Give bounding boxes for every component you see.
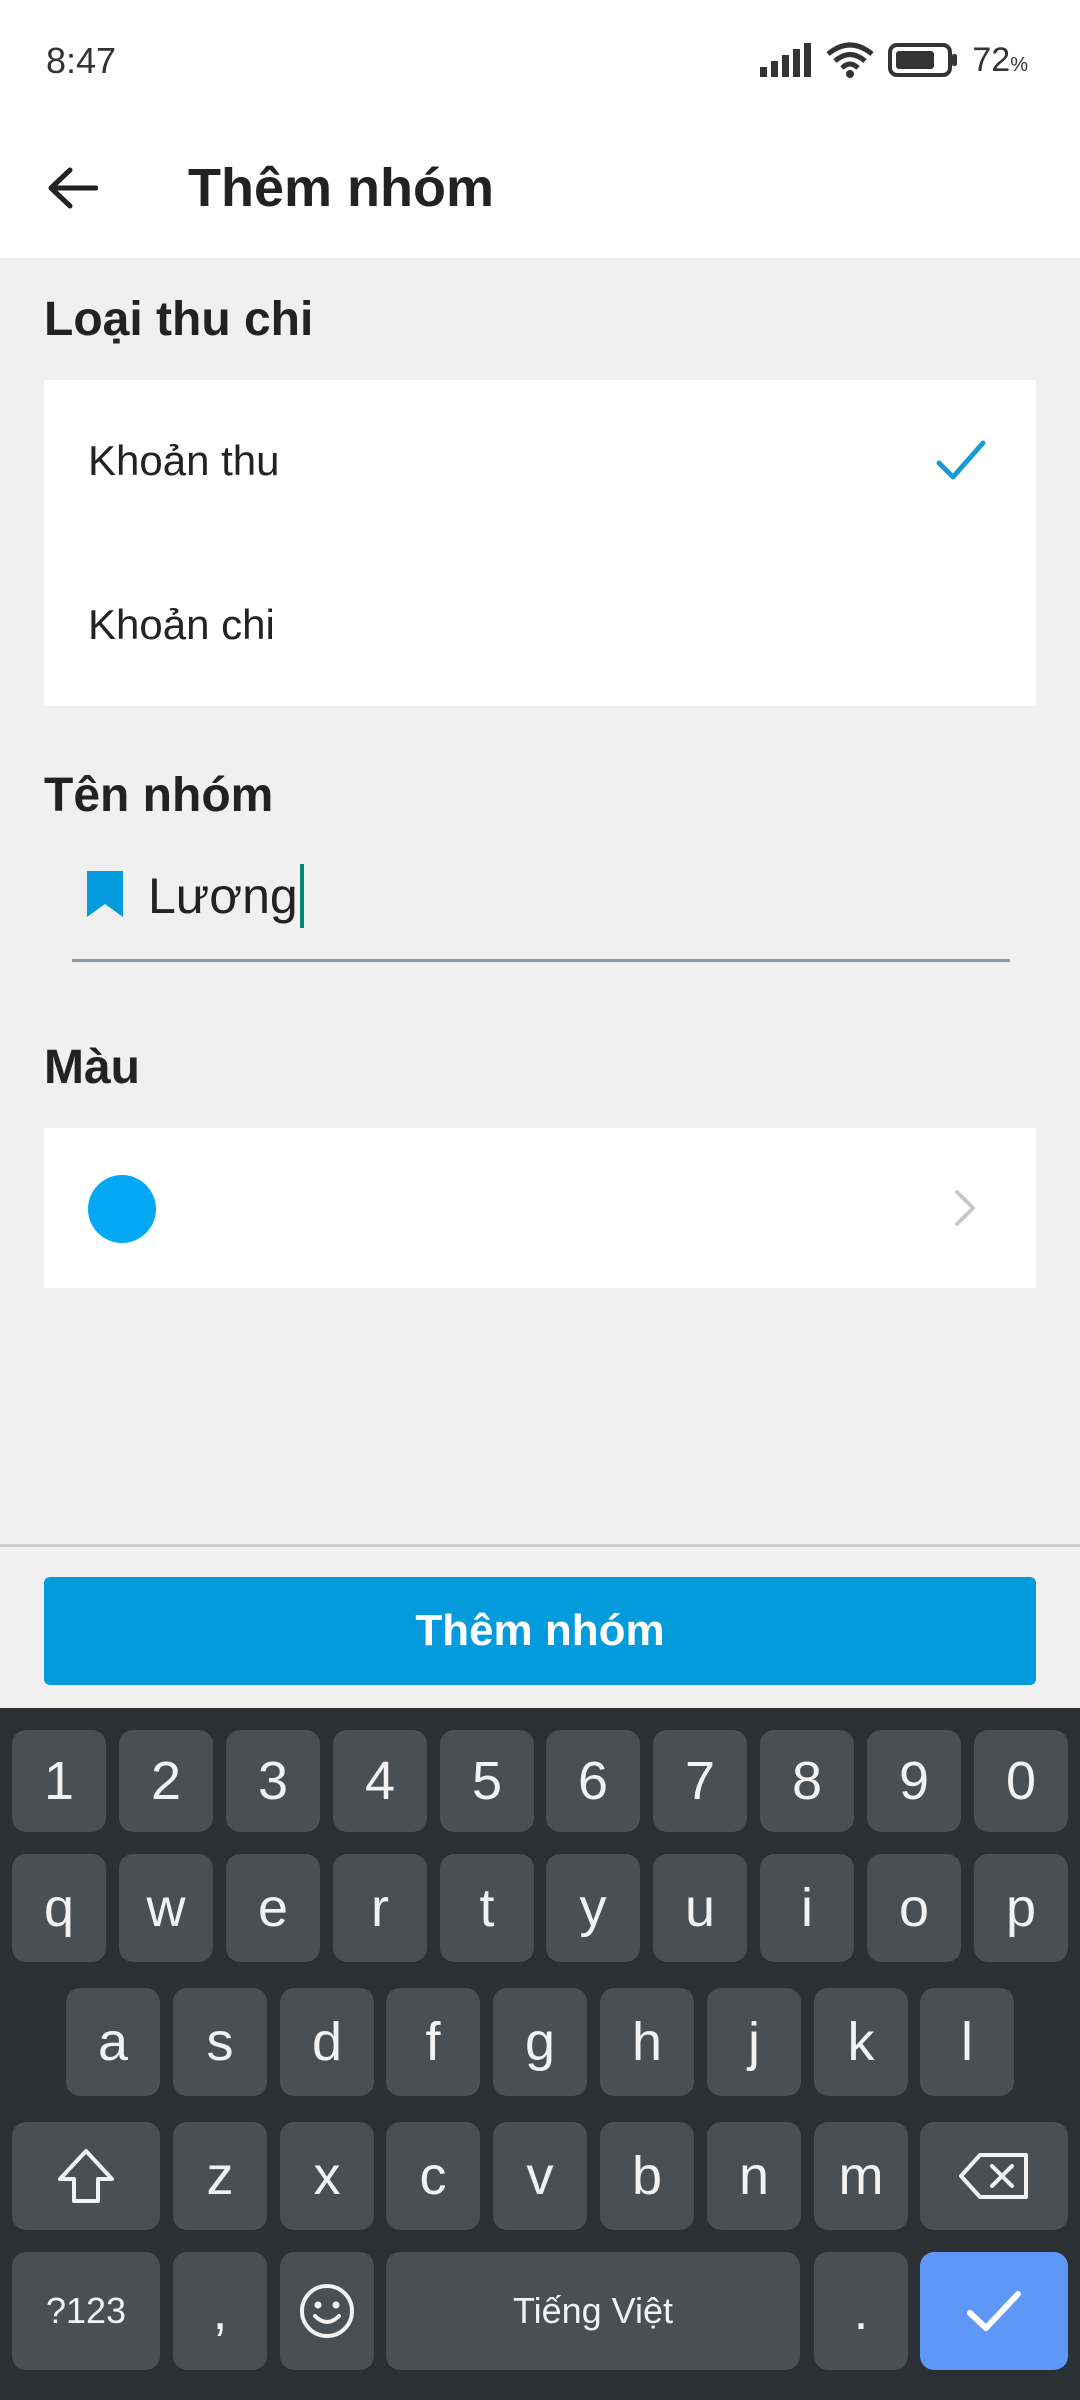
shift-icon xyxy=(58,2149,114,2203)
enter-key[interactable] xyxy=(920,2252,1068,2370)
key-x[interactable]: x xyxy=(280,2122,374,2230)
page-title: Thêm nhóm xyxy=(188,158,494,218)
key-j[interactable]: j xyxy=(707,1988,801,2096)
key-m[interactable]: m xyxy=(814,2122,908,2230)
key-y[interactable]: y xyxy=(546,1854,640,1962)
option-expense[interactable]: Khoản chi xyxy=(44,544,1036,706)
group-name-field[interactable]: Lương xyxy=(72,840,1010,962)
shift-key[interactable] xyxy=(12,2122,160,2230)
key-r[interactable]: r xyxy=(333,1854,427,1962)
key-3[interactable]: 3 xyxy=(226,1730,320,1832)
wifi-icon xyxy=(826,42,874,78)
key-k[interactable]: k xyxy=(814,1988,908,2096)
check-icon xyxy=(936,440,986,480)
bookmark-icon xyxy=(87,871,123,917)
key-f[interactable]: f xyxy=(386,1988,480,2096)
backspace-icon xyxy=(959,2153,1028,2199)
emoji-key[interactable] xyxy=(280,2252,374,2370)
option-expense-label: Khoản chi xyxy=(88,601,275,648)
backspace-key[interactable] xyxy=(920,2122,1068,2230)
group-name-value: Lương xyxy=(148,868,298,924)
battery-icon xyxy=(888,43,958,77)
key-1[interactable]: 1 xyxy=(12,1730,106,1832)
bottom-action-bar: Thêm nhóm xyxy=(0,1544,1080,1708)
key-u[interactable]: u xyxy=(653,1854,747,1962)
option-income-label: Khoản thu xyxy=(88,437,280,484)
app-bar: Thêm nhóm xyxy=(0,122,1080,258)
type-options-card: Khoản thu Khoản chi xyxy=(44,380,1036,706)
key-9[interactable]: 9 xyxy=(867,1730,961,1832)
battery-percent: 72% xyxy=(972,40,1028,79)
soft-keyboard: 1 2 3 4 5 6 7 8 9 0 q w e r t y u i o p … xyxy=(0,1708,1080,2400)
emoji-icon xyxy=(300,2284,354,2338)
key-t[interactable]: t xyxy=(440,1854,534,1962)
check-icon xyxy=(967,2291,1021,2331)
key-0[interactable]: 0 xyxy=(974,1730,1068,1832)
back-button[interactable] xyxy=(40,156,104,220)
chevron-right-icon xyxy=(955,1190,975,1226)
option-income[interactable]: Khoản thu xyxy=(44,380,1036,542)
symbols-key[interactable]: ?123 xyxy=(12,2252,160,2370)
key-l[interactable]: l xyxy=(920,1988,1014,2096)
type-section-label: Loại thu chi xyxy=(44,293,314,346)
key-6[interactable]: 6 xyxy=(546,1730,640,1832)
key-d[interactable]: d xyxy=(280,1988,374,2096)
text-cursor xyxy=(299,864,304,928)
key-o[interactable]: o xyxy=(867,1854,961,1962)
key-h[interactable]: h xyxy=(600,1988,694,2096)
key-i[interactable]: i xyxy=(760,1854,854,1962)
status-bar: 8:47 72% xyxy=(0,0,1080,122)
color-picker-row[interactable] xyxy=(44,1128,1036,1288)
key-e[interactable]: e xyxy=(226,1854,320,1962)
key-z[interactable]: z xyxy=(173,2122,267,2230)
key-c[interactable]: c xyxy=(386,2122,480,2230)
period-key[interactable]: . xyxy=(814,2252,908,2370)
key-5[interactable]: 5 xyxy=(440,1730,534,1832)
key-w[interactable]: w xyxy=(119,1854,213,1962)
add-group-button[interactable]: Thêm nhóm xyxy=(44,1577,1036,1685)
key-v[interactable]: v xyxy=(493,2122,587,2230)
group-name-input[interactable]: Lương xyxy=(148,864,304,928)
key-8[interactable]: 8 xyxy=(760,1730,854,1832)
key-s[interactable]: s xyxy=(173,1988,267,2096)
arrow-left-icon xyxy=(48,167,98,209)
status-time: 8:47 xyxy=(46,40,117,81)
color-section-label: Màu xyxy=(44,1041,140,1094)
space-key[interactable]: Tiếng Việt xyxy=(386,2252,800,2370)
key-a[interactable]: a xyxy=(66,1988,160,2096)
signal-icon xyxy=(760,43,812,77)
key-2[interactable]: 2 xyxy=(119,1730,213,1832)
key-p[interactable]: p xyxy=(974,1854,1068,1962)
color-swatch xyxy=(88,1175,156,1243)
key-q[interactable]: q xyxy=(12,1854,106,1962)
key-7[interactable]: 7 xyxy=(653,1730,747,1832)
key-n[interactable]: n xyxy=(707,2122,801,2230)
key-b[interactable]: b xyxy=(600,2122,694,2230)
name-section-label: Tên nhóm xyxy=(44,769,274,822)
key-4[interactable]: 4 xyxy=(333,1730,427,1832)
comma-key[interactable]: , xyxy=(173,2252,267,2370)
status-icons: 72% xyxy=(760,36,1028,84)
key-g[interactable]: g xyxy=(493,1988,587,2096)
